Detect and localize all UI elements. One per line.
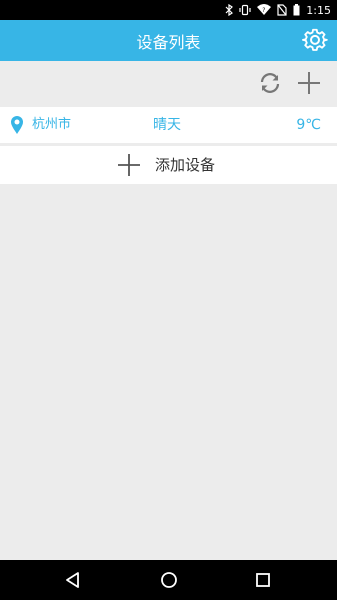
- system-nav-bar: [0, 560, 337, 600]
- wifi-icon: ?: [257, 4, 272, 16]
- location-pin-icon: [11, 116, 23, 134]
- weather-condition: 晴天: [153, 117, 181, 133]
- recents-icon: [256, 573, 270, 587]
- city-label: 杭州市: [32, 117, 72, 132]
- refresh-icon: [260, 73, 280, 93]
- add-device-button[interactable]: 添加设备: [0, 146, 337, 184]
- weather-row[interactable]: 杭州市 晴天 9℃: [0, 107, 337, 143]
- bluetooth-icon: [225, 4, 234, 16]
- back-button[interactable]: [61, 568, 85, 592]
- app-header: 设备列表: [0, 20, 337, 61]
- settings-button[interactable]: [301, 26, 329, 54]
- home-icon: [161, 572, 177, 588]
- status-bar: ? 1:15: [0, 0, 337, 20]
- recents-button[interactable]: [251, 568, 275, 592]
- refresh-button[interactable]: [256, 69, 284, 97]
- plus-icon: [298, 72, 320, 94]
- device-toolbar: [0, 61, 337, 105]
- status-time: 1:15: [306, 3, 331, 17]
- back-icon: [66, 572, 79, 588]
- home-button[interactable]: [157, 568, 181, 592]
- plus-icon: [118, 154, 140, 176]
- gear-icon: [302, 28, 328, 51]
- add-device-label: 添加设备: [155, 156, 216, 174]
- temperature-label: 9℃: [296, 117, 321, 133]
- no-sim-icon: [277, 4, 287, 16]
- battery-icon: [293, 4, 300, 16]
- add-button[interactable]: [295, 69, 323, 97]
- page-title: 设备列表: [136, 32, 201, 52]
- vibrate-icon: [239, 4, 251, 16]
- svg-text:?: ?: [263, 7, 266, 14]
